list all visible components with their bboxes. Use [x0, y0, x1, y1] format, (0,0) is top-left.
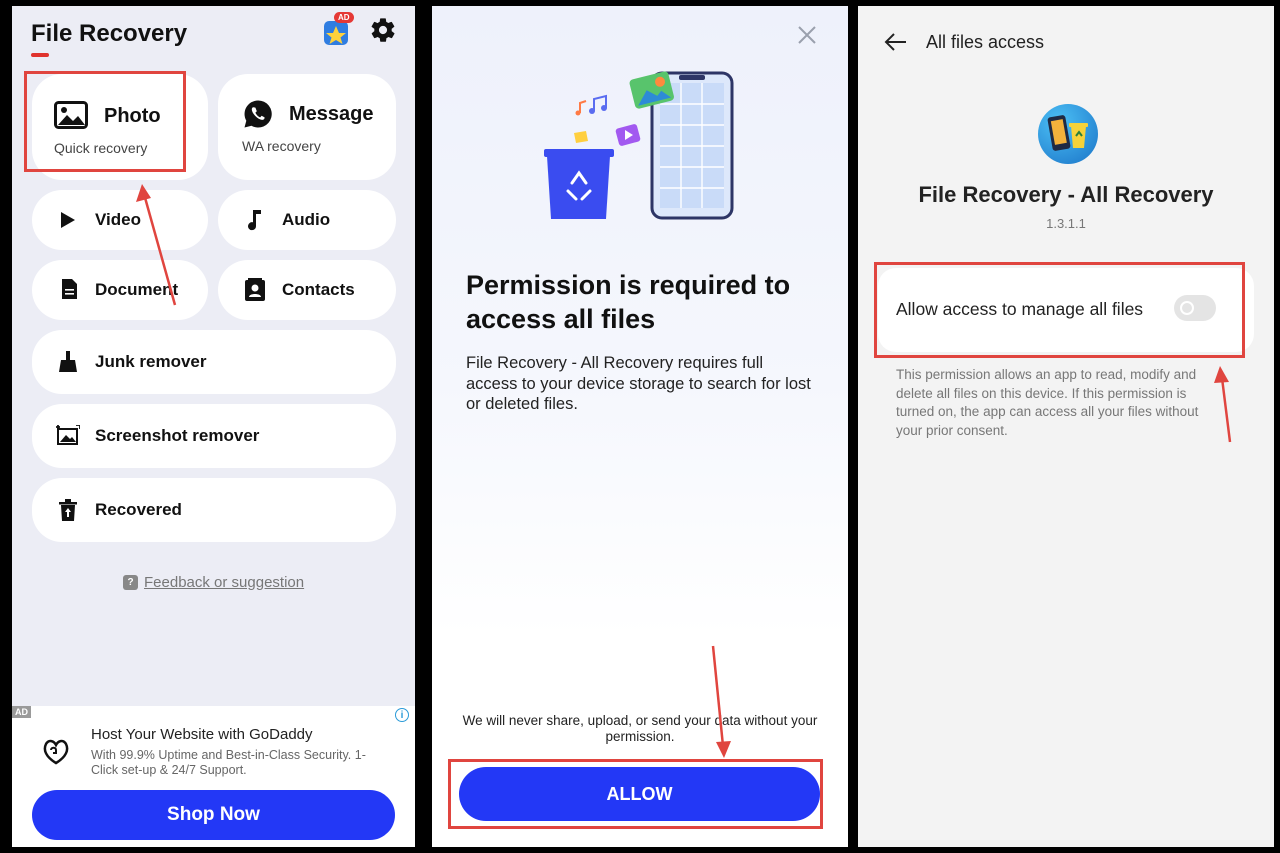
permission-dialog-screen: Permission is required to access all fil… — [432, 6, 848, 847]
file-recovery-home-screen: File Recovery AD Photo Quick recovery Me… — [12, 6, 415, 847]
question-icon: ? — [123, 575, 138, 590]
info-icon[interactable]: i — [395, 708, 409, 722]
feedback-label: Feedback or suggestion — [144, 574, 305, 591]
ad-body: With 99.9% Uptime and Best-in-Class Secu… — [91, 748, 366, 777]
shop-now-button[interactable]: Shop Now — [32, 790, 395, 840]
ad-tag: AD — [12, 706, 31, 718]
ad-banner[interactable]: AD i Host Your Website with GoDaddy With… — [12, 706, 415, 847]
all-files-access-settings-screen: All files access File Recovery - All Rec… — [858, 6, 1274, 847]
annotation-arrow-allow — [711, 645, 731, 758]
feedback-link[interactable]: ? Feedback or suggestion — [123, 574, 304, 591]
annotation-arrow-toggle — [1214, 366, 1232, 443]
godaddy-logo-icon — [43, 739, 69, 765]
ad-title: Host Your Website with GoDaddy — [91, 726, 313, 743]
